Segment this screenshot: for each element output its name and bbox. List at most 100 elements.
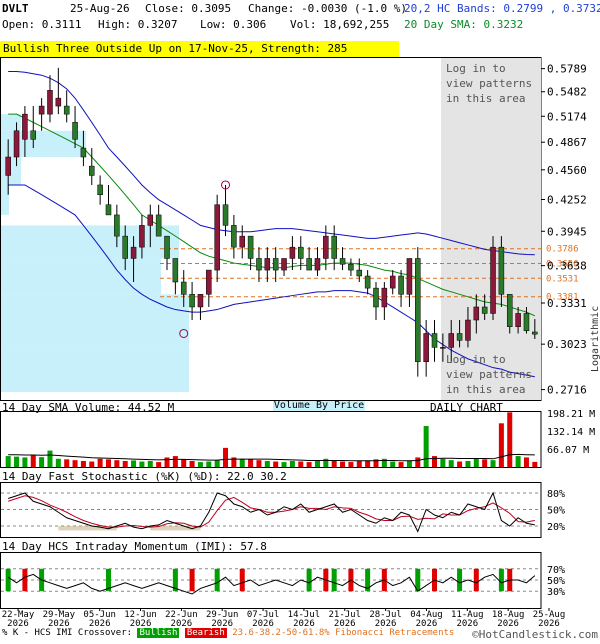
volume-bar	[490, 460, 496, 467]
volume-bar	[189, 460, 195, 467]
volume-bar	[273, 461, 279, 467]
volume-bar	[122, 460, 128, 467]
volume-bar	[5, 456, 11, 467]
quote-date: 25-Aug-26	[70, 2, 130, 15]
volume-bar	[264, 460, 270, 467]
candle-body	[13, 130, 20, 158]
price-tick-label: 0.2716	[547, 384, 587, 397]
volume-sma-line	[8, 453, 535, 462]
volume-bar	[440, 458, 446, 467]
candle-body	[247, 235, 254, 259]
volume-bar	[523, 457, 529, 467]
volume-bar	[314, 460, 320, 467]
open-price: Open: 0.3111	[2, 18, 82, 31]
imi-crossover-bar	[214, 568, 220, 592]
candle-body	[490, 246, 496, 314]
fibonacci-label: 0.3786	[546, 245, 579, 255]
candle-body	[456, 333, 463, 341]
imi-crossover-bar	[457, 568, 463, 592]
volume-bar	[181, 459, 187, 467]
volume-bar	[64, 459, 70, 467]
volume-by-price-bar	[1, 294, 189, 348]
volume-bar	[406, 460, 412, 467]
pattern-shade-area	[441, 58, 541, 400]
daily-chart-label: DAILY CHART	[430, 401, 503, 414]
candle-body	[239, 235, 245, 248]
candle-body	[222, 204, 229, 226]
volume-by-price-bar	[1, 225, 179, 259]
volume-bar	[131, 460, 137, 467]
volume-tick-label: 198.21 M	[547, 409, 595, 420]
imi-crossover-bar	[5, 568, 11, 592]
candle-body	[398, 275, 404, 295]
candle-body	[298, 246, 304, 259]
candle-body	[63, 105, 70, 115]
site-watermark[interactable]: ©HotCandlestick.com	[472, 628, 598, 641]
candle-body	[189, 294, 195, 308]
volume-bar	[515, 456, 521, 467]
candle-body	[264, 258, 271, 271]
candle-body	[72, 122, 78, 140]
volume-bar	[507, 412, 513, 467]
volume-bar	[223, 447, 229, 467]
price-tick-label: 0.3638	[547, 260, 587, 273]
candle-body	[22, 113, 28, 140]
candle-body	[272, 258, 279, 271]
candle-body	[139, 225, 145, 248]
volume-bar	[239, 458, 245, 467]
candle-body	[289, 246, 296, 259]
volume-bar	[14, 456, 20, 467]
stochastic-tick-label: 20%	[547, 522, 565, 533]
fibonacci-label: 0.3531	[546, 274, 579, 284]
volume-bar	[473, 458, 479, 467]
imi-tick-label: 50%	[547, 576, 565, 587]
login-prompt-bottom[interactable]: Log in to view patterns in this area	[446, 352, 532, 397]
candle-body	[506, 294, 513, 327]
price-change: Change: -0.0030 (-1.0 %)	[248, 2, 407, 15]
imi-tick-label: 70%	[547, 565, 565, 576]
stochastic-d-line	[8, 495, 535, 528]
candle-body	[314, 258, 321, 271]
price-tick-label: 0.4560	[547, 164, 587, 177]
sma-value: 20 Day SMA: 0.3232	[404, 18, 524, 31]
volume-bar	[423, 426, 429, 467]
volume-by-price-bar	[1, 157, 21, 185]
candle-body	[122, 235, 128, 259]
stochastic-panel-title: 14 Day Fast Stochastic (%K) (%D): 22.0 3…	[2, 470, 287, 483]
candle-body	[256, 258, 262, 271]
stochastic-tick-label: 80%	[547, 489, 565, 500]
volume-bar	[390, 461, 396, 467]
candle-body	[348, 263, 354, 271]
candle-body	[481, 306, 488, 314]
volume-bar	[164, 457, 170, 467]
volume-bar	[172, 456, 178, 467]
volume-bar	[331, 460, 337, 467]
volume-bar	[281, 462, 287, 467]
crossover-legend: % K - HCS IMI Crossover: Bullish Bearish…	[2, 628, 454, 638]
login-prompt-top[interactable]: Log in to view patterns in this area	[446, 61, 532, 106]
candle-body	[130, 246, 137, 259]
candle-body	[448, 333, 454, 348]
candle-body	[306, 258, 312, 271]
pattern-banner[interactable]: Bullish Three Outside Up on 17-Nov-25, S…	[0, 41, 399, 57]
candle-body	[206, 269, 212, 295]
ticker-symbol: DVLT	[2, 2, 29, 15]
volume-bar	[80, 460, 86, 467]
volume-bar	[206, 461, 212, 467]
candle-body	[523, 313, 530, 332]
candle-body	[47, 90, 53, 115]
candle-body	[515, 313, 521, 327]
volume-bar	[289, 460, 295, 467]
volume-bar	[197, 462, 203, 467]
hc-bands-value: 20,2 HC Bands: 0.2799 , 0.3732	[404, 2, 600, 15]
price-tick-label: 0.4867	[547, 136, 587, 149]
imi-crossover-bar	[239, 568, 245, 592]
legend-bearish: Bearish	[184, 628, 227, 638]
legend-prefix: % K - HCS IMI Crossover:	[2, 628, 133, 638]
candle-body	[323, 235, 329, 259]
candle-body	[406, 258, 413, 295]
imi-panel-title: 14 Day HCS Intraday Momentum (IMI): 57.8	[2, 540, 267, 553]
candle-body	[97, 184, 103, 195]
candle-body	[105, 204, 112, 216]
volume-bar	[356, 460, 362, 467]
